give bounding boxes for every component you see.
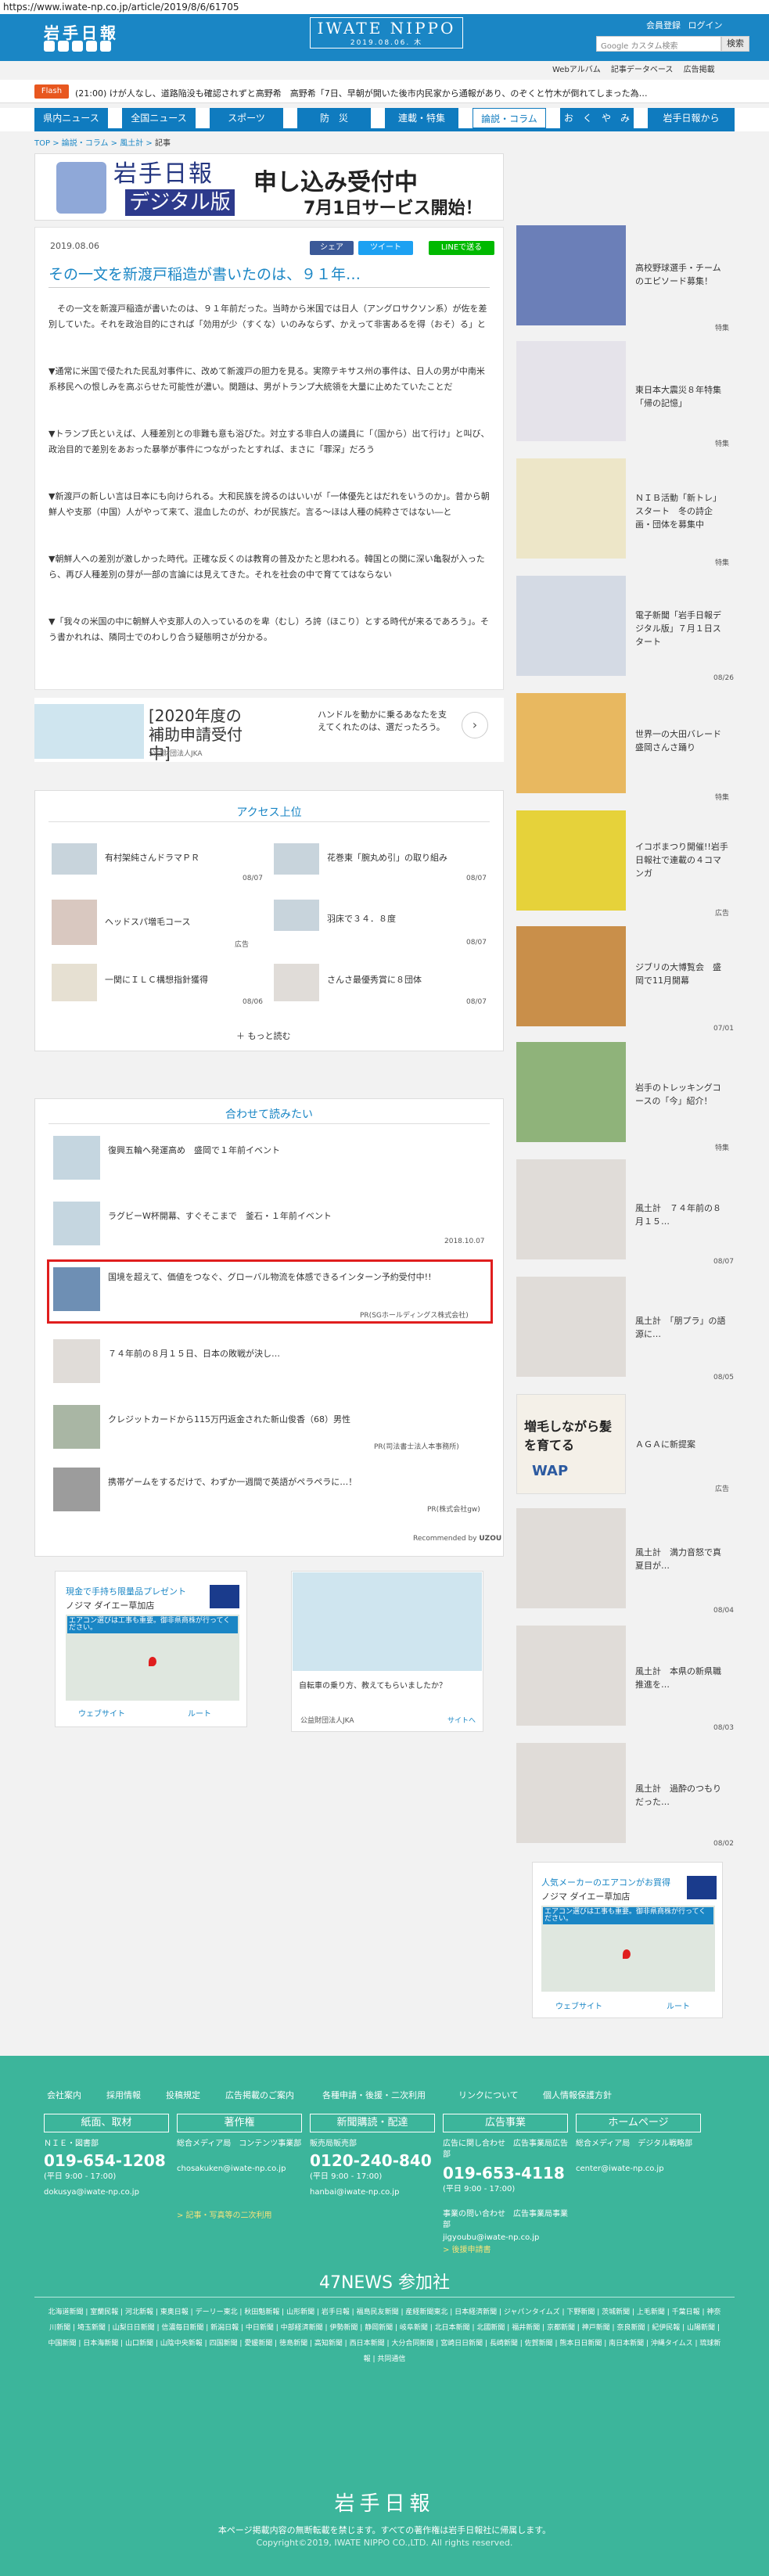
sidebar-date: 08/02 bbox=[713, 1840, 734, 1848]
footer-col-head: ホームページ bbox=[576, 2114, 701, 2132]
footer-dept: 総合メディア局 コンテンツ事業部 bbox=[177, 2139, 302, 2148]
sidebar-thumbnail[interactable] bbox=[516, 1743, 626, 1843]
footer-col-head: 紙面、取材 bbox=[44, 2114, 169, 2132]
footer-col-head: 著作権 bbox=[177, 2114, 302, 2132]
sidebar-item[interactable]: 風土計 ７４年前の８月１５… bbox=[635, 1202, 729, 1228]
footer-mail[interactable]: center@iwate-np.co.jp bbox=[576, 2164, 664, 2175]
sidebar: 高校野球選手・チームのエピソード募集！ 特集 東日本大震災８年特集「帰の記憶」 … bbox=[0, 0, 769, 2050]
footer-dept: 販売局販売部 bbox=[310, 2139, 357, 2148]
footer-link[interactable]: 各種申請・後援・二次利用 bbox=[322, 2089, 426, 2101]
sidebar-date: 特集 bbox=[714, 1144, 729, 1152]
map-pin-icon bbox=[623, 1949, 631, 1959]
sidebar-date: 特集 bbox=[714, 440, 729, 448]
sidebar-item[interactable]: 風土計 「朋プラ」の語源に… bbox=[635, 1314, 729, 1341]
footer-link[interactable]: 広告掲載のご案内 bbox=[225, 2089, 294, 2101]
sidebar-item[interactable]: 岩手のトレッキングコースの「今」紹介！ bbox=[635, 1081, 729, 1108]
website-button[interactable]: ウェブサイト bbox=[555, 1999, 602, 2011]
sidebar-date: 08/05 bbox=[713, 1374, 734, 1381]
sidebar-item[interactable]: 世界一の大田バレード 盛岡さんさ踊り bbox=[635, 728, 730, 754]
sidebar-item[interactable]: 風土計 過酔のつもりだった… bbox=[635, 1782, 729, 1809]
footer-hours: (平日 9:00 - 17:00) bbox=[310, 2172, 383, 2181]
sidebar-date: 特集 bbox=[714, 559, 729, 567]
sidebar-date: 08/26 bbox=[713, 674, 734, 682]
sidebar-thumbnail[interactable] bbox=[516, 693, 626, 793]
sidebar-thumbnail[interactable] bbox=[516, 1042, 626, 1142]
footer-mail[interactable]: jigyoubu@iwate-np.co.jp bbox=[443, 2233, 539, 2244]
sidebar-thumbnail[interactable] bbox=[516, 1508, 626, 1608]
sidebar-map-ad-store: ノジマ ダイエー草加店 bbox=[541, 1892, 631, 1902]
footer-hours: (平日 9:00 - 17:00) bbox=[443, 2185, 516, 2193]
sidebar-date: 特集 bbox=[714, 325, 729, 332]
footer-col-head: 新聞購読・配達 bbox=[310, 2114, 435, 2132]
sidebar-item[interactable]: ＡＧＡに新提案 bbox=[635, 1438, 729, 1451]
footer-dept: 事業の問い合わせ 広告事業局事業部 bbox=[443, 2210, 568, 2229]
footer-logo[interactable]: 岩手日報 bbox=[0, 2488, 769, 2517]
store-logo bbox=[687, 1876, 717, 1899]
footer-col-head: 広告事業 bbox=[443, 2114, 568, 2132]
copyright-notice: 本ページ掲載内容の無断転載を禁じます。すべての著作権は岩手日報社に帰属します。 bbox=[217, 2525, 552, 2535]
route-button[interactable]: ルート bbox=[667, 1999, 690, 2011]
footer-phone[interactable]: 019-654-1208 bbox=[44, 2151, 166, 2170]
footer-phone[interactable]: 019-653-4118 bbox=[443, 2164, 565, 2183]
sidebar-thumbnail[interactable] bbox=[516, 225, 626, 325]
footer-dept: ＮＩＥ・図書部 bbox=[44, 2139, 99, 2148]
sidebar-item[interactable]: 高校野球選手・チームのエピソード募集！ bbox=[635, 261, 729, 288]
copyright: Copyright©2019, IWATE NIPPO CO.,LTD. All… bbox=[256, 2538, 513, 2548]
sidebar-map-ad-title[interactable]: 人気メーカーのエアコンがお買得 bbox=[541, 1876, 670, 1888]
footer-mail[interactable]: chosakuken@iwate-np.co.jp bbox=[177, 2164, 286, 2175]
footer-hours: (平日 9:00 - 17:00) bbox=[44, 2172, 117, 2181]
sidebar-thumbnail[interactable] bbox=[516, 1277, 626, 1377]
sidebar-ad-brand: WAP bbox=[532, 1463, 569, 1479]
sidebar-thumbnail[interactable] bbox=[516, 341, 626, 441]
sidebar-item[interactable]: 東日本大震災８年特集「帰の記憶」 bbox=[635, 383, 729, 410]
news47-links[interactable]: 北海道新聞 | 室蘭民報 | 河北新報 | 東奥日報 | デーリー東北 | 秋田… bbox=[47, 2305, 722, 2367]
sidebar-date: 広告 bbox=[714, 910, 729, 918]
sidebar-item[interactable]: 電子新聞「岩手日報デジタル版」７月１日スタート bbox=[635, 609, 729, 648]
sidebar-item[interactable]: ジブリの大博覧会 盛岡で11月開幕 bbox=[635, 961, 729, 987]
footer-extra-link[interactable]: > 後援申請書 bbox=[443, 2245, 491, 2256]
footer-dept: 総合メディア局 デジタル戦略部 bbox=[576, 2139, 693, 2148]
sidebar-thumbnail[interactable] bbox=[516, 1626, 626, 1726]
sidebar-date: 08/07 bbox=[713, 1258, 734, 1266]
sidebar-thumbnail[interactable] bbox=[516, 1159, 626, 1259]
sidebar-date: 08/03 bbox=[713, 1724, 734, 1732]
sidebar-map-ad-note: エアコン選びは工事も重要。御非県商株が行ってください。 bbox=[543, 1907, 713, 1924]
footer-mail[interactable]: hanbai@iwate-np.co.jp bbox=[310, 2187, 399, 2198]
footer-link[interactable]: リンクについて bbox=[458, 2089, 519, 2101]
footer-link[interactable]: 投稿規定 bbox=[166, 2089, 200, 2101]
sidebar-date: 08/04 bbox=[713, 1607, 734, 1615]
sidebar-thumbnail[interactable] bbox=[516, 576, 626, 676]
sidebar-item[interactable]: イコボまつり開催!!岩手日報社で連載の４コマンガ bbox=[635, 840, 729, 880]
footer-extra-link[interactable]: > 記事・写真等の二次利用 bbox=[177, 2211, 272, 2222]
sidebar-thumbnail[interactable] bbox=[516, 810, 626, 911]
sidebar-date: 07/01 bbox=[713, 1025, 734, 1033]
footer-link[interactable]: 会社案内 bbox=[47, 2089, 81, 2101]
footer-link[interactable]: 採用情報 bbox=[106, 2089, 141, 2101]
sidebar-item[interactable]: ＮＩＢ活動「新トレ」スタート 冬の詩企画・団体を募集中 bbox=[635, 491, 729, 531]
footer-phone[interactable]: 0120-240-840 bbox=[310, 2151, 432, 2170]
sidebar-item[interactable]: 風土計 満力音怒で真夏目が… bbox=[635, 1546, 729, 1572]
footer-dept: 広告に関し合わせ 広告事業局広告部 bbox=[443, 2139, 568, 2159]
sidebar-thumbnail[interactable] bbox=[516, 926, 626, 1026]
sidebar-date: 特集 bbox=[714, 794, 729, 802]
sidebar-thumbnail[interactable] bbox=[516, 458, 626, 559]
footer-mail[interactable]: dokusya@iwate-np.co.jp bbox=[44, 2187, 139, 2198]
news47-title: 47NEWS 参加社 bbox=[318, 2273, 451, 2293]
news47-divider bbox=[34, 2297, 735, 2298]
sidebar-date: 広告 bbox=[714, 1486, 729, 1493]
footer-link[interactable]: 個人情報保護方針 bbox=[543, 2089, 612, 2101]
sidebar-ad-headline: 増毛しながら髪を育てる bbox=[524, 1419, 613, 1453]
sidebar-item[interactable]: 風土計 本県の新県職推進を… bbox=[635, 1665, 729, 1691]
